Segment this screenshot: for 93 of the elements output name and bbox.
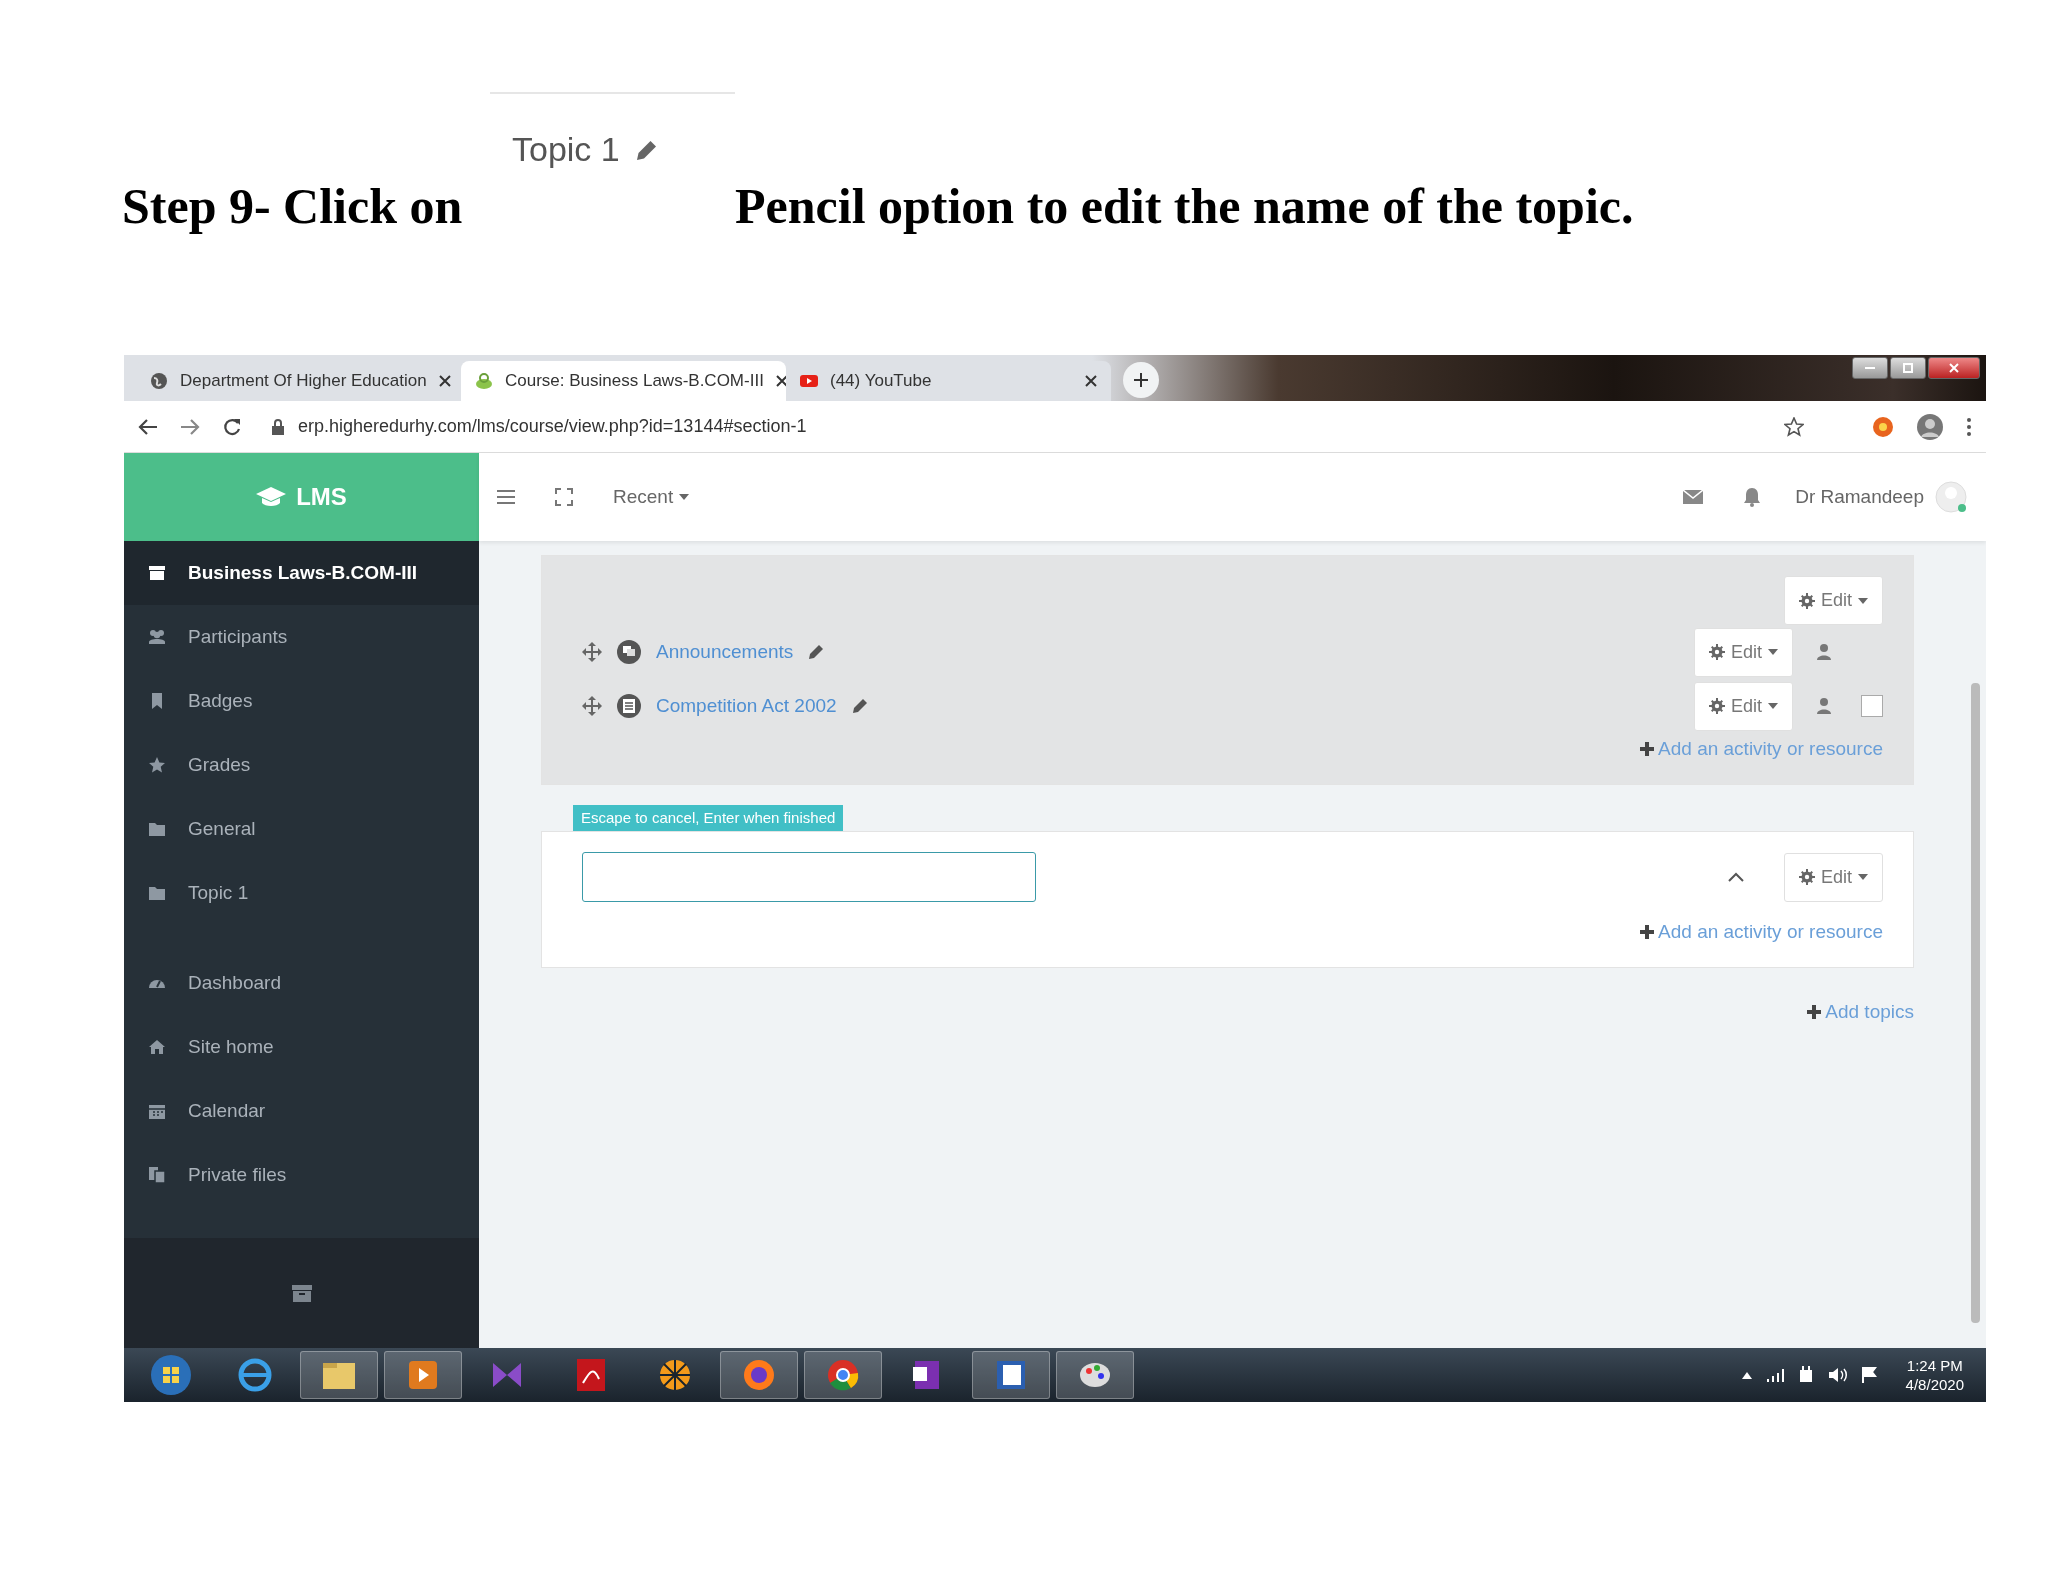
sidebar-item[interactable]: Calendar <box>124 1079 479 1143</box>
person-icon[interactable] <box>1817 698 1831 714</box>
close-button[interactable] <box>1928 357 1980 379</box>
archive-icon <box>148 564 166 582</box>
minimize-button[interactable] <box>1852 357 1888 379</box>
reload-icon[interactable] <box>222 416 242 437</box>
brand-name: LMS <box>296 482 347 512</box>
lock-icon <box>272 418 284 435</box>
play-icon <box>800 372 818 390</box>
caret-icon <box>679 494 690 500</box>
move-icon[interactable] <box>582 696 602 716</box>
bell-icon[interactable] <box>1743 487 1762 507</box>
edit-button[interactable]: Edit <box>1783 576 1883 625</box>
sidebar-item[interactable]: Participants <box>124 605 479 669</box>
users-icon <box>148 628 166 646</box>
star-icon <box>148 756 166 774</box>
fullscreen-icon[interactable] <box>555 488 573 506</box>
back-icon[interactable] <box>138 417 158 436</box>
browser-tab[interactable]: (44) YouTube <box>786 361 1111 401</box>
caret-icon <box>1858 874 1868 880</box>
flag-icon[interactable] <box>1861 1367 1878 1383</box>
person-icon[interactable] <box>1817 644 1831 660</box>
calendar-icon <box>148 1102 166 1120</box>
menu-icon[interactable] <box>497 490 515 504</box>
user-name[interactable]: Dr Ramandeep <box>1795 482 1924 512</box>
caret-icon <box>1858 597 1868 604</box>
close-icon[interactable] <box>775 375 788 387</box>
globe-icon <box>150 372 168 390</box>
folder-icon <box>148 884 166 902</box>
clock-time: 1:24 PM <box>1906 1355 1963 1375</box>
gear-icon <box>1708 698 1725 714</box>
taskbar-app-button[interactable] <box>1056 1351 1134 1399</box>
collapse-icon[interactable] <box>1727 872 1744 882</box>
gear-icon <box>1798 592 1815 609</box>
forward-icon[interactable] <box>180 417 200 436</box>
close-icon <box>1949 363 1959 373</box>
edit-button[interactable]: Edit <box>1693 681 1793 731</box>
star-icon[interactable] <box>1784 416 1804 437</box>
taskbar-app-button[interactable] <box>972 1351 1050 1399</box>
scrollbar[interactable] <box>1971 683 1980 1323</box>
plus-icon <box>1133 372 1149 388</box>
sidebar-item[interactable]: Topic 1 <box>124 861 479 925</box>
envelope-icon[interactable] <box>1683 490 1704 504</box>
sidebar-item[interactable]: General <box>124 797 479 861</box>
edit-button[interactable]: Edit <box>1693 627 1793 677</box>
pencil-icon[interactable] <box>807 643 826 661</box>
kebab-menu-icon[interactable] <box>1966 416 1972 437</box>
pencil-icon[interactable] <box>850 697 869 715</box>
plus-icon <box>1807 1004 1822 1019</box>
forum-icon <box>616 639 642 665</box>
folder-icon <box>148 820 166 838</box>
home-icon <box>148 1038 166 1056</box>
plus-icon <box>1640 925 1655 940</box>
caret-icon <box>1768 703 1778 709</box>
tray-arrow-icon[interactable] <box>1741 1371 1752 1379</box>
topic-title: Topic 1 <box>512 129 620 170</box>
extension-icon[interactable] <box>1872 415 1894 438</box>
sidebar-item[interactable]: Private files <box>124 1143 479 1207</box>
section-name-input[interactable] <box>582 852 1036 902</box>
maximize-icon <box>1903 363 1913 373</box>
new-tab-button[interactable] <box>1123 362 1159 398</box>
instruction-text: Step 9- Click on <box>122 179 464 234</box>
clock-date: 4/8/2020 <box>1905 1375 1964 1395</box>
sidebar-item[interactable]: Grades <box>124 733 479 797</box>
close-icon[interactable] <box>1085 375 1097 387</box>
recent-dropdown[interactable]: Recent <box>613 482 690 512</box>
leaf-icon <box>475 372 493 390</box>
close-icon[interactable] <box>438 375 451 387</box>
gear-icon <box>1798 869 1815 885</box>
completion-checkbox[interactable] <box>1861 695 1883 717</box>
browser-tab[interactable]: Course: Business Laws-B.COM-III <box>461 361 786 401</box>
start-orb-icon <box>149 1353 193 1397</box>
power-plug-icon[interactable] <box>1797 1366 1814 1384</box>
archive-icon[interactable] <box>291 1284 312 1302</box>
sidebar-item[interactable]: Dashboard <box>124 951 479 1015</box>
page-icon <box>616 693 642 719</box>
caret-icon <box>1768 649 1778 655</box>
instruction-text: Pencil option to edit the name of the topic. <box>735 179 1634 234</box>
files-icon <box>148 1166 166 1184</box>
sidebar-item[interactable]: Badges <box>124 669 479 733</box>
maximize-button[interactable] <box>1890 357 1926 379</box>
sidebar-item[interactable]: Business Laws-B.COM-III <box>124 541 479 605</box>
move-icon[interactable] <box>582 642 602 662</box>
minimize-icon <box>1865 367 1875 369</box>
signal-icon[interactable] <box>1765 1368 1784 1382</box>
gear-icon <box>1708 644 1725 660</box>
graduation-cap-icon <box>256 486 287 508</box>
tooltip: Escape to cancel, Enter when finished <box>573 804 844 831</box>
plus-icon <box>1640 742 1655 757</box>
edit-button[interactable]: Edit <box>1783 852 1883 902</box>
sidebar-item[interactable]: Site home <box>124 1015 479 1079</box>
avatar-icon[interactable] <box>1916 412 1944 441</box>
speaker-icon[interactable] <box>1827 1367 1848 1383</box>
